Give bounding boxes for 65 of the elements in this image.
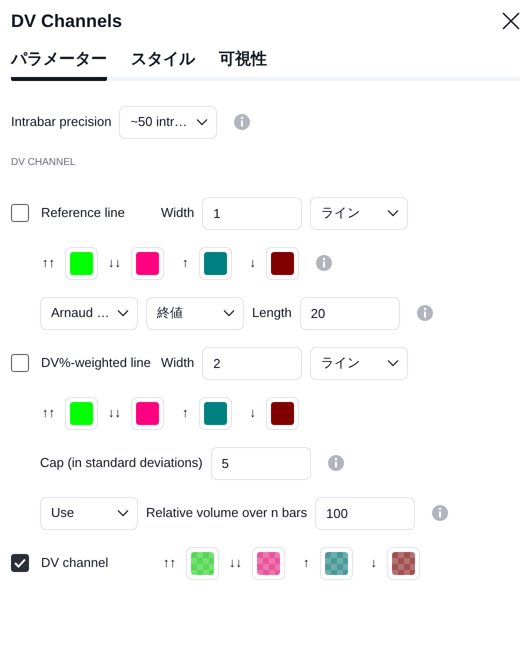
input-field[interactable]: 2: [202, 346, 302, 380]
arrow-label: ↓↓: [107, 404, 122, 422]
checkbox[interactable]: [11, 554, 29, 572]
field-label: Width: [161, 204, 194, 222]
close-button[interactable]: [502, 12, 520, 30]
arrow-label: ↓↓: [107, 254, 122, 272]
color-swatch[interactable]: [131, 396, 164, 430]
arrow-label: ↑: [181, 404, 190, 422]
arrow-label: ↑↑: [41, 404, 56, 422]
field-label: Relative volume over n bars: [146, 504, 308, 522]
color-swatch[interactable]: [320, 546, 352, 580]
checkbox[interactable]: [11, 204, 29, 222]
field-label: Cap (in standard deviations): [40, 454, 203, 472]
input-field[interactable]: 100: [315, 496, 416, 530]
color-swatch[interactable]: [65, 246, 98, 280]
dropdown-select[interactable]: 終値: [146, 296, 244, 330]
caret-icon: [196, 118, 208, 126]
dropdown-select[interactable]: ライン: [310, 196, 408, 230]
color-swatch[interactable]: [387, 546, 420, 580]
caret-icon: [387, 359, 400, 367]
dialog-title: DV Channels: [11, 10, 122, 32]
input-field[interactable]: 1: [202, 196, 302, 230]
info-icon: [416, 304, 434, 322]
dropdown-select[interactable]: Arnaud …: [40, 296, 138, 330]
close-icon: [502, 12, 520, 30]
caret-icon: [117, 509, 129, 517]
arrow-label: ↓↓: [228, 554, 243, 572]
color-swatch[interactable]: [131, 246, 164, 280]
checkbox[interactable]: [11, 354, 29, 372]
section-heading: DV CHANNEL: [11, 156, 76, 170]
arrow-label: ↑↑: [162, 554, 177, 572]
color-swatch[interactable]: [65, 396, 98, 430]
caret-icon: [223, 309, 235, 317]
tab[interactable]: パラメーター: [11, 42, 107, 81]
info-icon: [326, 454, 345, 472]
caret-icon: [117, 309, 129, 317]
color-swatch[interactable]: [198, 246, 232, 280]
arrow-label: ↓: [248, 404, 257, 422]
checkbox-label[interactable]: Reference line: [41, 203, 125, 223]
color-swatch[interactable]: [266, 396, 299, 430]
tab[interactable]: スタイル: [131, 42, 195, 81]
caret-icon: [387, 209, 400, 217]
info-icon: [233, 113, 252, 131]
color-swatch[interactable]: [198, 396, 232, 430]
dropdown-select[interactable]: ライン: [310, 346, 408, 380]
checkbox-label[interactable]: DV%-weighted line: [41, 353, 151, 373]
color-swatch[interactable]: [186, 546, 219, 580]
arrow-label: ↑: [302, 554, 310, 572]
arrow-label: ↑: [181, 254, 190, 272]
arrow-label: ↓: [248, 254, 257, 272]
checkbox-label[interactable]: DV channel: [41, 553, 108, 573]
field-label: Length: [252, 304, 292, 322]
color-swatch[interactable]: [266, 246, 299, 280]
input-field[interactable]: 5: [210, 446, 311, 480]
color-swatch[interactable]: [252, 546, 285, 580]
info-icon: [431, 504, 450, 522]
field-label: Intrabar precision: [11, 113, 112, 132]
dropdown-select[interactable]: Use: [40, 496, 138, 530]
arrow-label: ↑↑: [41, 254, 56, 272]
field-label: Width: [161, 354, 194, 372]
arrow-label: ↓: [370, 554, 378, 572]
info-icon: [315, 254, 333, 272]
tab[interactable]: 可視性: [219, 42, 267, 81]
input-field[interactable]: 20: [300, 296, 400, 330]
dropdown-select[interactable]: ~50 intr…: [119, 106, 218, 138]
